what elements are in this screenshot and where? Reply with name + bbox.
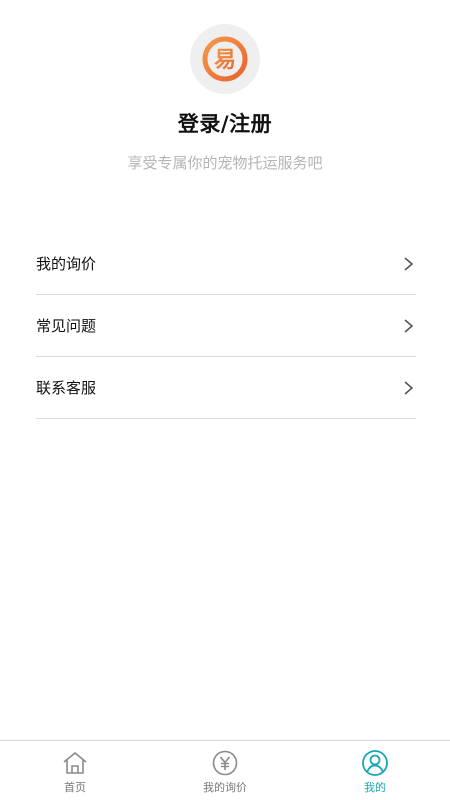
tab-label: 我的 [364,781,386,794]
menu-item-label: 我的询价 [36,255,97,273]
menu-list: 我的询价 常见问题 联系客服 [36,233,416,419]
avatar[interactable]: 易 [190,24,260,94]
profile-header: 易 登录/注册 享受专属你的宠物托运服务吧 [0,0,450,200]
bottom-tab-bar: 首页 我的询价 我的 [0,740,450,800]
tab-me[interactable]: 我的 [300,741,450,800]
menu-item-my-inquiries[interactable]: 我的询价 [36,233,416,295]
tab-label: 首页 [64,781,86,794]
profile-page: 易 登录/注册 享受专属你的宠物托运服务吧 我的询价 常见问题 联系客服 首页 … [0,0,450,800]
app-logo-icon: 易 [202,36,248,82]
user-circle-icon [362,750,388,776]
tab-my-inquiries[interactable]: 我的询价 [150,741,300,800]
tab-home[interactable]: 首页 [0,741,150,800]
tab-label: 我的询价 [203,781,247,794]
menu-item-label: 联系客服 [36,379,97,397]
profile-subtitle: 享受专属你的宠物托运服务吧 [127,154,323,172]
menu-item-label: 常见问题 [36,317,97,335]
avatar-glyph: 易 [214,48,236,73]
menu-item-contact-support[interactable]: 联系客服 [36,357,416,419]
login-register-link[interactable]: 登录/注册 [0,108,450,138]
home-icon [63,752,87,774]
chevron-right-icon [404,256,414,271]
chevron-right-icon [404,380,414,395]
chevron-right-icon [404,318,414,333]
yuan-circle-icon [212,750,238,776]
menu-item-faq[interactable]: 常见问题 [36,295,416,357]
